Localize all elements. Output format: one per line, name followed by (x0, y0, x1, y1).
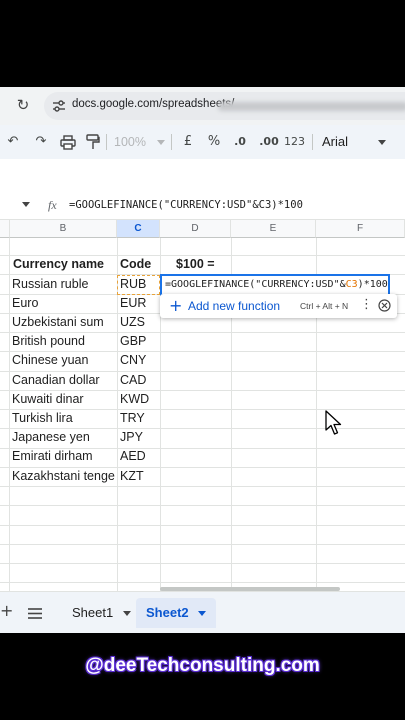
column-header-c[interactable]: C (117, 220, 160, 238)
formula-input[interactable]: =GOOGLEFINANCE("CURRENCY:USD"&C3)*100 (69, 199, 303, 211)
decrease-decimal-button[interactable]: .0 (231, 133, 249, 151)
more-formats-button[interactable]: 123 (284, 133, 305, 151)
cell-currency-name[interactable]: Emirati dirham (12, 447, 93, 466)
cell-currency-name[interactable]: Turkish lira (12, 409, 73, 428)
cell-code[interactable]: KZT (120, 467, 144, 486)
add-function-label[interactable]: Add new function (188, 299, 280, 313)
copy-selection-border (117, 275, 160, 295)
more-vert-icon[interactable]: ⋮ (360, 297, 373, 312)
cell-code[interactable]: AED (120, 447, 146, 466)
redo-icon[interactable]: ↷ (32, 133, 50, 151)
header-amount[interactable]: $100 = (176, 255, 215, 274)
add-function-suggestion[interactable]: + Add new function Ctrl + Alt + N ⋮ (160, 294, 397, 318)
cell-currency-name[interactable]: Canadian dollar (12, 371, 100, 390)
percent-format-button[interactable]: % (206, 133, 222, 151)
cell-currency-name[interactable]: Uzbekistani sum (12, 313, 104, 332)
plus-icon: + (169, 296, 183, 315)
gridline (9, 238, 10, 591)
fx-icon: fx (48, 198, 57, 212)
cell-code[interactable]: KWD (120, 390, 149, 409)
cell-code[interactable]: CNY (120, 351, 146, 370)
cell-currency-name[interactable]: Japanese yen (12, 428, 90, 447)
gridline (0, 544, 405, 545)
cell-code[interactable]: JPY (120, 428, 143, 447)
sheets-toolbar: ↶ ↷ 100% £ % .0 .00 123 Arial (0, 125, 405, 159)
toolbar-divider (171, 134, 172, 150)
site-settings-icon[interactable] (52, 99, 66, 113)
column-header-b[interactable]: B (10, 220, 117, 238)
url-text: docs.google.com/spreadsheets/ (72, 98, 235, 110)
gridline (0, 505, 405, 506)
reload-icon[interactable]: ↻ (14, 96, 32, 114)
browser-screen: ↻ docs.google.com/spreadsheets/ ↶ ↷ 100% (0, 87, 405, 633)
cell-currency-name[interactable]: Kuwaiti dinar (12, 390, 84, 409)
shortcut-hint: Ctrl + Alt + N (300, 301, 349, 311)
mouse-cursor-icon (325, 410, 342, 435)
cell-code[interactable]: CAD (120, 371, 146, 390)
gridline (0, 582, 405, 583)
increase-decimal-button[interactable]: .00 (256, 133, 282, 151)
toolbar-divider (106, 134, 107, 150)
chevron-down-icon (122, 611, 131, 617)
formula-bar: fx =GOOGLEFINANCE("CURRENCY:USD"&C3)*100 (0, 190, 405, 220)
sheet-tab-bar: + Sheet1 Sheet2 (0, 591, 405, 633)
column-header-e[interactable]: E (231, 220, 316, 238)
tab-sheet2[interactable]: Sheet2 (136, 598, 217, 628)
cell-code[interactable]: UZS (120, 313, 145, 332)
chevron-down-icon (198, 611, 207, 617)
watermark-text: @deeTechconsulting.com (85, 655, 320, 676)
add-sheet-icon[interactable]: + (0, 601, 13, 620)
row-header-corner (0, 220, 10, 238)
url-field[interactable]: docs.google.com/spreadsheets/ (44, 92, 405, 120)
formula-part: =GOOGLEFINANCE("CURRENCY:USD"& (165, 279, 346, 290)
name-box-caret-icon[interactable] (22, 202, 30, 207)
zoom-caret-icon (157, 140, 165, 145)
zoom-select[interactable]: 100% (112, 133, 148, 151)
font-caret-icon (378, 140, 386, 145)
url-blurred-part (218, 102, 405, 111)
column-header-d[interactable]: D (160, 220, 231, 238)
font-select[interactable]: Arial (322, 134, 348, 149)
tab-sheet1-label: Sheet1 (72, 605, 114, 620)
gridline (0, 486, 405, 487)
header-code[interactable]: Code (120, 255, 151, 274)
close-icon[interactable] (378, 299, 391, 312)
header-currency-name[interactable]: Currency name (13, 255, 104, 274)
cell-currency-name[interactable]: Russian ruble (12, 275, 88, 294)
tab-sheet1[interactable]: Sheet1 (62, 598, 141, 628)
cell-currency-name[interactable]: Chinese yuan (12, 351, 88, 370)
paint-format-icon[interactable] (86, 134, 100, 150)
tab-sheet2-label: Sheet2 (146, 605, 189, 620)
cell-currency-name[interactable]: British pound (12, 332, 85, 351)
cell-code[interactable]: TRY (120, 409, 145, 428)
cell-currency-name[interactable]: Kazakhstani tenge (12, 467, 115, 486)
gridline (0, 525, 405, 526)
cell-code[interactable]: GBP (120, 332, 146, 351)
column-header-f[interactable]: F (316, 220, 405, 238)
cell-editor-text[interactable]: =GOOGLEFINANCE("CURRENCY:USD"&C3)*100 (165, 279, 388, 290)
cell-editor[interactable]: =GOOGLEFINANCE("CURRENCY:USD"&C3)*100 (160, 274, 390, 296)
all-sheets-icon[interactable] (28, 608, 42, 619)
toolbar-divider (312, 134, 313, 150)
gridline (0, 563, 405, 564)
formula-cell-reference: C3 (345, 279, 358, 290)
cell-currency-name[interactable]: Euro (12, 294, 38, 313)
currency-format-button[interactable]: £ (181, 133, 195, 151)
cell-code[interactable]: EUR (120, 294, 146, 313)
undo-icon[interactable]: ↶ (4, 133, 22, 151)
print-icon[interactable] (60, 135, 76, 150)
browser-address-bar: ↻ docs.google.com/spreadsheets/ (0, 87, 405, 125)
formula-part: )*100 (357, 279, 388, 290)
